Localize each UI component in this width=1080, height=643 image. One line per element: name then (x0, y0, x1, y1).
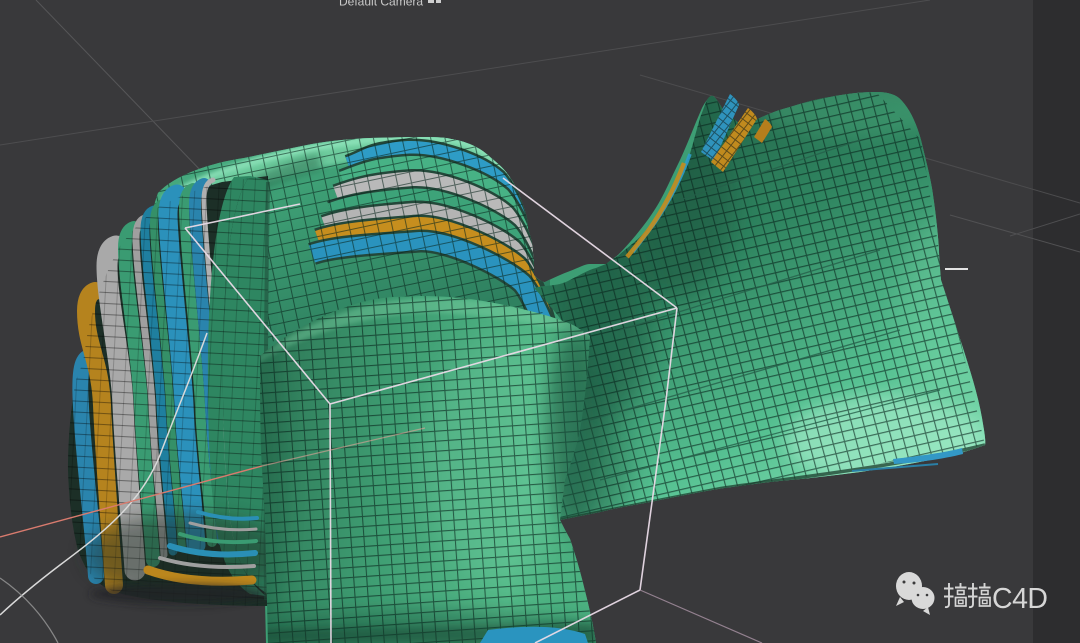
svg-text:C4D: C4D (992, 583, 1048, 615)
svg-text:Default Camera: Default Camera (339, 0, 423, 9)
